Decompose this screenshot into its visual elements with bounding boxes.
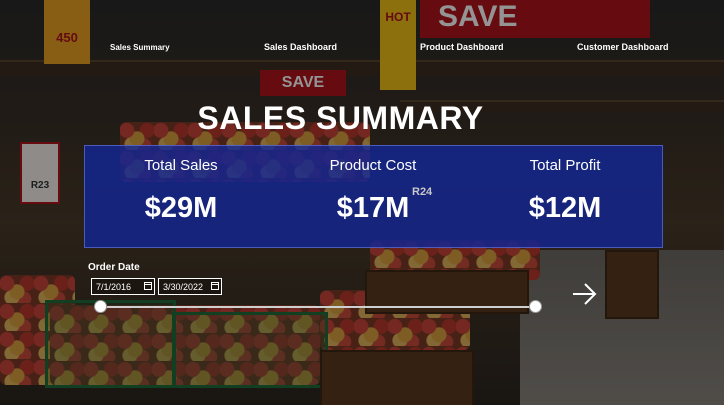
- calendar-icon[interactable]: [144, 282, 152, 290]
- kpi-value: $29M: [144, 192, 218, 224]
- kpi-value: $12M: [528, 192, 602, 224]
- price-text: R24: [412, 186, 433, 198]
- start-date-value: 7/1/2016: [96, 282, 132, 292]
- range-start-handle[interactable]: [94, 300, 107, 313]
- range-end-handle[interactable]: [529, 300, 542, 313]
- nav-customer-dashboard[interactable]: Customer Dashboard: [577, 42, 669, 52]
- calendar-icon[interactable]: [211, 282, 219, 290]
- date-range-track[interactable]: [100, 306, 535, 308]
- kpi-total-sales: Total Sales $29M: [85, 146, 277, 247]
- end-date-value: 3/30/2022: [163, 282, 204, 292]
- price-tag: R24: [412, 186, 446, 206]
- nav-sales-dashboard[interactable]: Sales Dashboard: [264, 42, 337, 52]
- kpi-label: Total Profit: [529, 157, 601, 174]
- end-date-input[interactable]: 3/30/2022: [158, 278, 222, 295]
- kpi-panel: Total Sales $29M Product Cost $17M Total…: [84, 145, 663, 248]
- report-canvas: SAVE SAVE 450 HOT R23 Sales Summary Sale…: [0, 0, 724, 405]
- start-date-input[interactable]: 7/1/2016: [91, 278, 155, 295]
- nav-product-dashboard[interactable]: Product Dashboard: [420, 42, 504, 52]
- page-title: SALES SUMMARY: [197, 100, 484, 136]
- nav-sales-summary[interactable]: Sales Summary: [110, 43, 170, 52]
- slicer-title: Order Date: [88, 262, 140, 273]
- arrow-right-icon[interactable]: [570, 280, 600, 308]
- kpi-total-profit: Total Profit $12M: [469, 146, 661, 247]
- kpi-label: Total Sales: [144, 157, 218, 174]
- kpi-label: Product Cost: [329, 157, 417, 174]
